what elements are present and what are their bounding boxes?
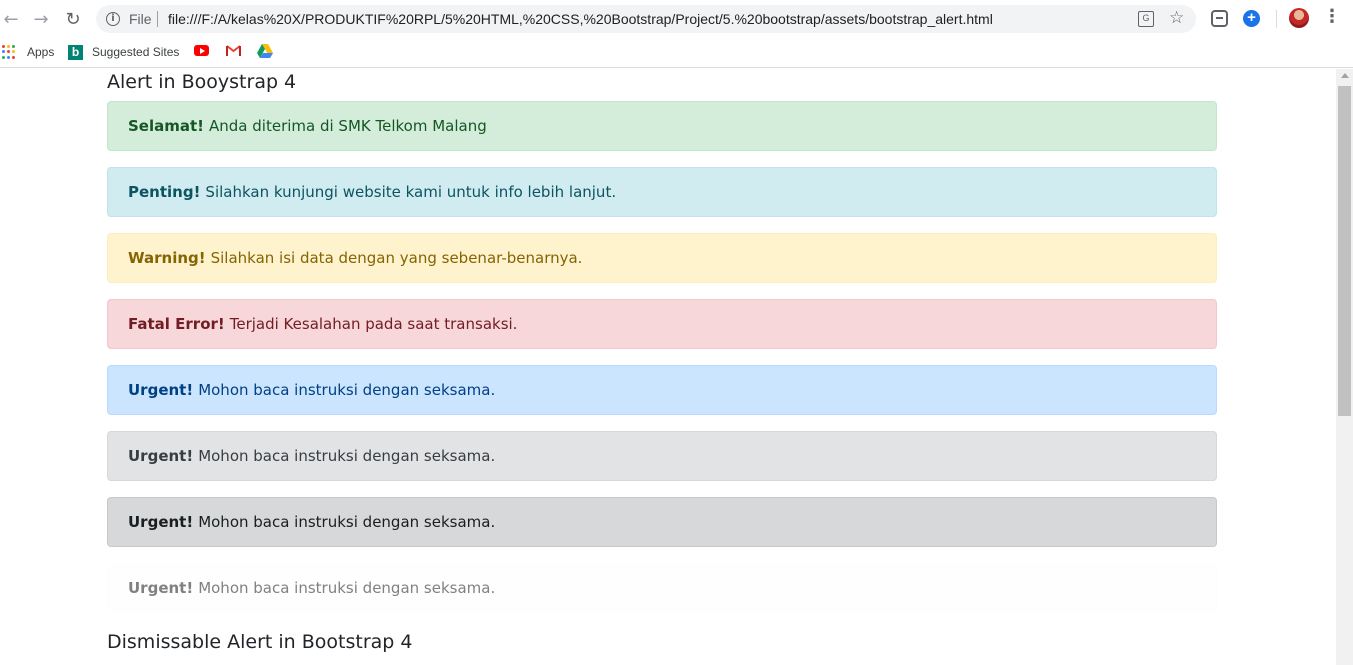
toolbar-divider (1276, 10, 1277, 28)
alert-strong: Urgent! (128, 513, 194, 531)
alert-danger: Fatal Error! Terjadi Kesalahan pada saat… (107, 299, 1217, 349)
dismissable-heading: Dismissable Alert in Bootstrap 4 (107, 631, 413, 653)
omnibox-divider (157, 11, 158, 27)
url-text[interactable]: file:///F:/A/kelas%20X/PRODUKTIF%20RPL/5… (168, 11, 993, 27)
info-icon[interactable]: i (106, 12, 120, 26)
alert-text: Silahkan isi data dengan yang sebenar-be… (210, 249, 583, 267)
alert-strong: Urgent! (128, 579, 194, 597)
address-bar[interactable]: i File file:///F:/A/kelas%20X/PRODUKTIF%… (96, 5, 1196, 33)
scroll-up-arrow-icon[interactable] (1341, 73, 1349, 78)
back-arrow-icon[interactable]: ← (0, 8, 22, 30)
reload-icon[interactable]: ↻ (62, 8, 84, 30)
alert-secondary: Urgent! Mohon baca instruksi dengan seks… (107, 431, 1217, 481)
bing-icon: b (68, 44, 83, 60)
file-label: File (129, 11, 152, 27)
bookmark-star-icon[interactable]: ☆ (1169, 8, 1184, 28)
profile-avatar[interactable] (1289, 8, 1309, 28)
alert-text: Anda diterima di SMK Telkom Malang (209, 117, 487, 135)
alert-primary: Urgent! Mohon baca instruksi dengan seks… (107, 365, 1217, 415)
alert-text: Mohon baca instruksi dengan seksama. (198, 513, 496, 531)
kebab-menu-icon[interactable]: ⋮ (1322, 8, 1342, 28)
alert-strong: Urgent! (128, 381, 194, 399)
bookmark-suggested-sites[interactable]: b Suggested Sites (68, 43, 179, 61)
page-container: Alert in Booystrap 4 Selamat! Anda diter… (107, 69, 1217, 665)
alert-info: Penting! Silahkan kunjungi website kami … (107, 167, 1217, 217)
apps-grid-icon (2, 45, 16, 59)
page-heading: Alert in Booystrap 4 (107, 71, 297, 93)
bookmark-label: Apps (27, 45, 55, 59)
drive-icon[interactable] (257, 44, 273, 58)
alert-text: Silahkan kunjungi website kami untuk inf… (205, 183, 617, 201)
chat-extension-icon[interactable] (1211, 10, 1228, 27)
alert-strong: Fatal Error! (128, 315, 225, 333)
alert-text: Mohon baca instruksi dengan seksama. (198, 447, 496, 465)
alert-warning: Warning! Silahkan isi data dengan yang s… (107, 233, 1217, 283)
alert-strong: Penting! (128, 183, 201, 201)
gmail-icon[interactable] (226, 44, 241, 57)
alert-success: Selamat! Anda diterima di SMK Telkom Mal… (107, 101, 1217, 151)
forward-arrow-icon[interactable]: → (30, 8, 52, 30)
alert-strong: Warning! (128, 249, 206, 267)
page-viewport: Alert in Booystrap 4 Selamat! Anda diter… (0, 69, 1336, 665)
alert-text: Mohon baca instruksi dengan seksama. (198, 381, 496, 399)
alert-text: Terjadi Kesalahan pada saat transaksi. (229, 315, 518, 333)
alert-strong: Urgent! (128, 447, 194, 465)
alert-dark: Urgent! Mohon baca instruksi dengan seks… (107, 497, 1217, 547)
scroll-thumb[interactable] (1338, 86, 1351, 416)
browser-toolbar: ← → ↻ i File file:///F:/A/kelas%20X/PROD… (0, 0, 1353, 38)
alert-text: Mohon baca instruksi dengan seksama. (198, 579, 496, 597)
plus-extension-icon[interactable]: + (1243, 10, 1260, 27)
alert-light: Urgent! Mohon baca instruksi dengan seks… (107, 563, 1217, 613)
bookmark-apps[interactable]: Apps (0, 43, 54, 61)
translate-icon[interactable]: G (1138, 11, 1154, 27)
vertical-scrollbar[interactable] (1336, 69, 1353, 665)
alert-strong: Selamat! (128, 117, 205, 135)
youtube-icon[interactable] (194, 45, 209, 56)
bookmark-label: Suggested Sites (92, 45, 180, 59)
